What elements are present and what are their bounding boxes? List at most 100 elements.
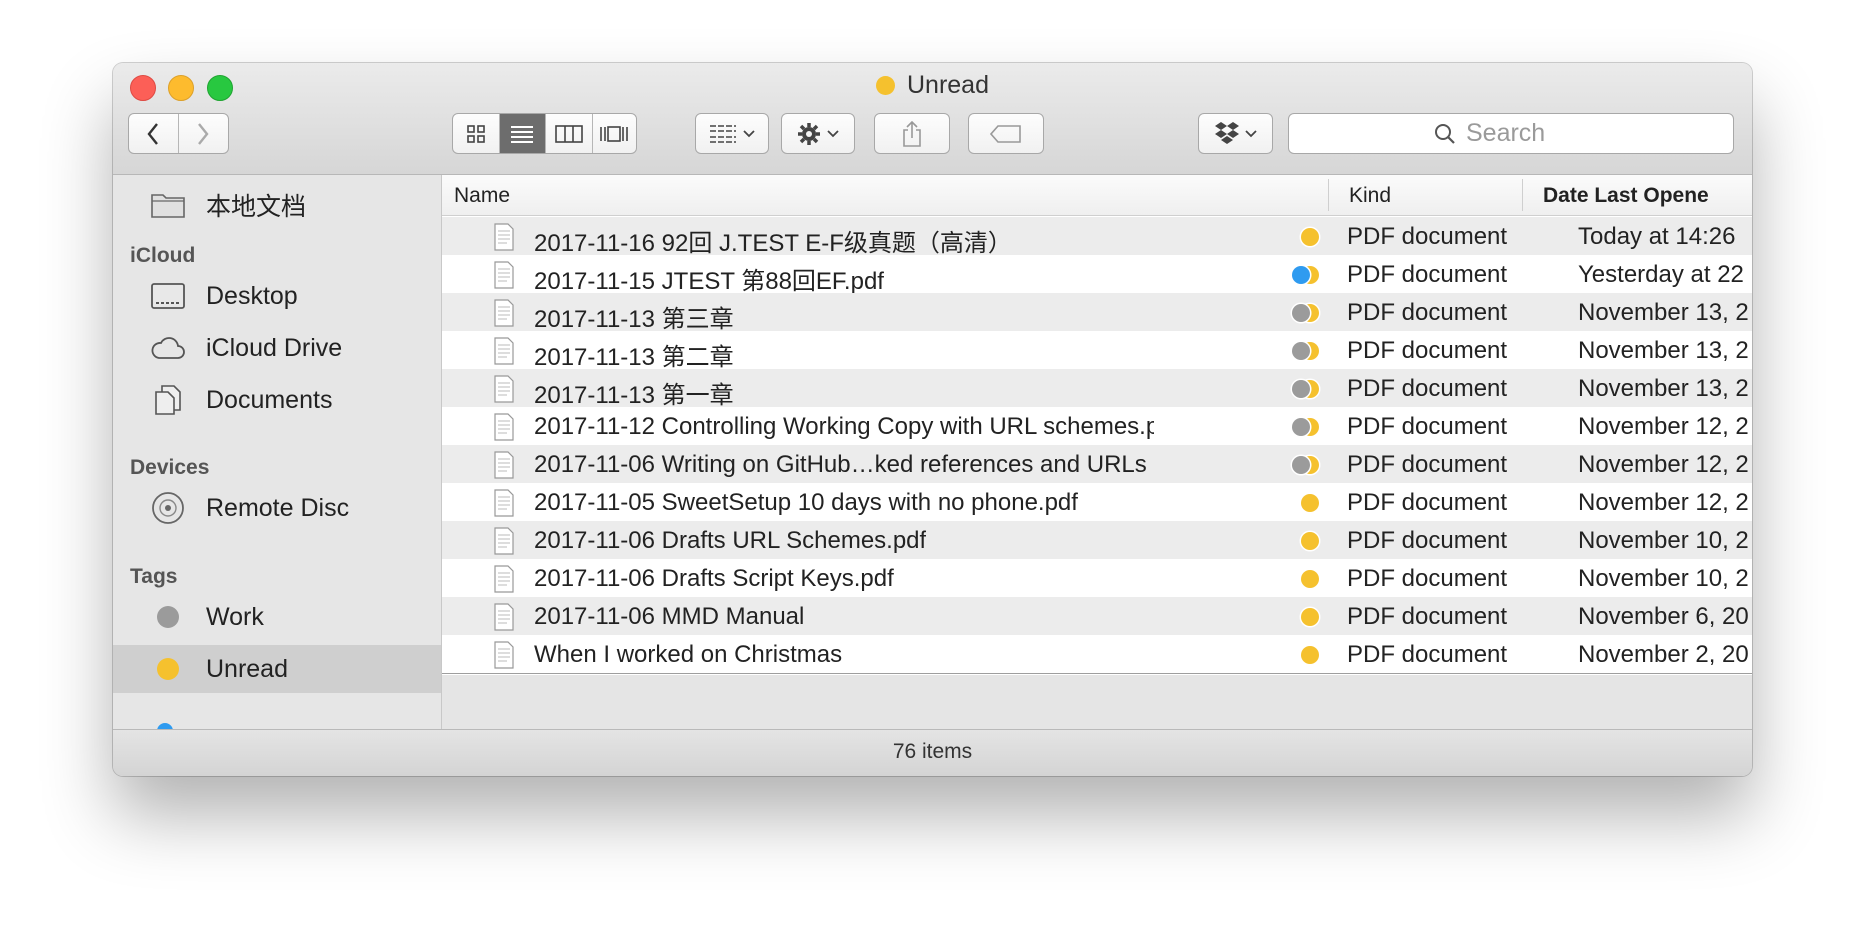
sidebar-item-tag-work[interactable]: Work [113,593,441,641]
sidebar-item-label: iCloud Drive [206,333,343,362]
sidebar-item-label: 本地文档 [206,193,307,221]
pdf-file-icon [494,527,514,562]
file-row[interactable]: 2017-11-06 MMD Manual PDF document Novembe… [442,597,1752,635]
file-row[interactable]: 2017-11-06 Writing on GitHub…ked referen… [442,445,1752,483]
file-row[interactable]: 2017-11-13 第二章 PDF document November 13, 2 [442,331,1752,371]
file-name: 2017-11-15 JTEST 第88回EF.pdf [534,268,884,295]
tag-dot-icon [1301,608,1319,626]
share-icon [903,120,921,147]
sidebar-item-label: Documents [206,385,333,414]
pdf-file-icon [494,489,514,524]
icon-view-icon [466,124,485,143]
file-kind: PDF document [1347,375,1508,402]
action-button[interactable] [781,113,855,154]
sidebar-item-desktop[interactable]: Desktop [113,272,441,320]
file-row[interactable]: 2017-11-16 92回 J.TEST E-F级真题（高清） PDF docu… [442,217,1752,258]
toolbar: Unread [113,63,1752,175]
column-header-name[interactable]: Name [454,184,510,208]
sidebar-item-label: Desktop [206,281,298,310]
column-view-button[interactable] [546,114,593,153]
column-view-icon [554,124,583,143]
tag-button[interactable] [968,113,1044,154]
file-date-last-opened: November 6, 20 [1578,603,1749,630]
icon-view-button[interactable] [453,114,500,153]
column-header-kind[interactable]: Kind [1349,184,1391,208]
file-list: Name Kind Date Last Opene 2017-11-16 92回… [442,175,1752,730]
desktop-icon [148,282,188,310]
search-icon [1435,123,1455,144]
file-date-last-opened: November 10, 2 [1578,565,1749,592]
file-tags [1285,568,1325,590]
file-row[interactable]: When I worked on Christmas PDF document No… [442,635,1752,673]
yellow-tag-icon [148,658,188,680]
file-name: 2017-11-16 92回 J.TEST E-F级真题（高清） [534,230,1012,257]
tag-dot-icon [1292,418,1310,436]
sidebar-item-local-documents[interactable]: 本地文档 [113,181,441,229]
file-tags [1285,378,1325,400]
file-date-last-opened: November 10, 2 [1578,527,1749,554]
cover-flow-view-button[interactable] [593,114,637,153]
column-header-date-last-opened[interactable]: Date Last Opene [1543,184,1709,208]
file-kind: PDF document [1347,489,1508,516]
tag-dot-icon [1292,266,1310,284]
search-field[interactable] [1288,113,1734,154]
chevron-down-icon [1244,129,1257,137]
pdf-file-icon [494,375,514,410]
dropbox-button[interactable] [1198,113,1273,154]
window-title-text: Unread [907,71,989,99]
file-row[interactable]: 2017-11-15 JTEST 第88回EF.pdf PDF document Y… [442,255,1752,296]
file-date-last-opened: November 12, 2 [1578,451,1749,478]
disc-icon [148,491,188,525]
file-row[interactable]: 2017-11-06 Drafts URL Schemes.pdf PDF doc… [442,521,1752,559]
file-row[interactable]: 2017-11-05 SweetSetup 10 days with no ph… [442,483,1752,521]
list-empty-area [442,675,1752,730]
file-tags [1285,264,1325,286]
sidebar-item-documents[interactable]: Documents [113,376,441,424]
search-input[interactable] [1464,118,1588,149]
file-kind: PDF document [1347,261,1508,288]
tag-dot-icon [1292,304,1310,322]
sidebar-item-remote-disc[interactable]: Remote Disc [113,484,441,532]
chevron-left-icon [147,122,159,145]
pdf-file-icon [494,261,514,296]
tag-dot-icon [1292,380,1310,398]
file-row[interactable]: 2017-11-13 第三章 PDF document November 13, 2 [442,293,1752,333]
file-tags [1285,226,1325,248]
cover-flow-view-icon [600,125,629,142]
file-name: 2017-11-12 Controlling Working Copy with… [534,413,1154,440]
file-kind: PDF document [1347,527,1508,554]
sidebar-item-tag-unread[interactable]: Unread [113,645,441,693]
back-button[interactable] [129,114,179,153]
cloud-icon [148,335,188,361]
file-tags [1285,644,1325,666]
file-tags [1285,454,1325,476]
sidebar-item-icloud-drive[interactable]: iCloud Drive [113,324,441,372]
file-name: 2017-11-13 第三章 [534,306,734,333]
file-name: 2017-11-06 MMD Manual [534,603,805,630]
group-by-button[interactable] [695,113,769,154]
file-name: 2017-11-06 Drafts URL Schemes.pdf [534,527,927,554]
forward-button[interactable] [179,114,229,153]
file-name: 2017-11-13 第一章 [534,382,734,409]
pdf-file-icon [494,223,514,258]
column-divider[interactable] [1328,179,1329,211]
file-row[interactable]: 2017-11-13 第一章 PDF document November 13, 2 [442,369,1752,410]
tag-dot-icon [1301,494,1319,512]
item-count: 76 items [892,740,973,763]
column-divider[interactable] [1522,179,1523,211]
file-date-last-opened: November 12, 2 [1578,413,1749,440]
list-view-button[interactable] [499,114,546,153]
file-date-last-opened: November 13, 2 [1578,337,1749,364]
tag-dot-icon [1301,228,1319,246]
file-kind: PDF document [1347,223,1508,250]
pdf-file-icon [494,565,514,600]
status-bar: 76 items [113,729,1752,776]
file-row[interactable]: 2017-11-06 Drafts Script Keys.pdf PDF doc… [442,559,1752,597]
documents-icon [148,384,188,416]
file-row[interactable]: 2017-11-12 Controlling Working Copy with… [442,407,1752,445]
tag-dot-icon [1292,342,1310,360]
share-button[interactable] [874,113,950,154]
file-name: When I worked on Christmas [534,641,843,668]
file-kind: PDF document [1347,603,1508,630]
file-date-last-opened: November 13, 2 [1578,375,1749,402]
